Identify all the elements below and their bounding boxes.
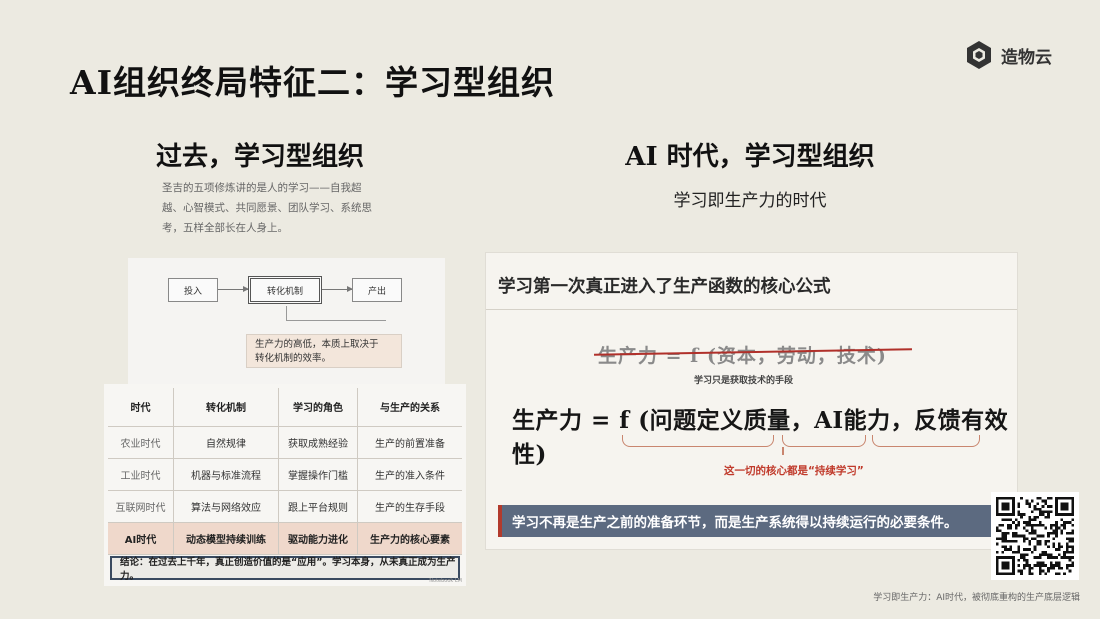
table-cell: 生产的前置准备 — [357, 426, 462, 459]
table-cell: 生产的准入条件 — [357, 458, 462, 491]
formula-card-title: 学习第一次真正进入了生产函数的核心公式 — [498, 277, 831, 297]
table-cell: 互联网时代 — [108, 490, 174, 523]
table-row: 工业时代 机器与标准流程 掌握操作门槛 生产的准入条件 — [108, 458, 462, 491]
table-watermark: Notebook LM — [429, 578, 462, 584]
table-row: 互联网时代 算法与网络效应 跟上平台规则 生产的生存手段 — [108, 490, 462, 523]
table-row: 农业时代 自然规律 获取成熟经验 生产的前置准备 — [108, 426, 462, 459]
table-cell: 生产的生存手段 — [357, 490, 462, 523]
flow-arrow-1 — [218, 286, 249, 292]
flow-mechanism-box: 转化机制 — [248, 276, 322, 304]
qr-code[interactable] — [991, 492, 1079, 580]
brace-stem — [782, 447, 784, 455]
left-description: 圣吉的五项修炼讲的是人的学习——自我超越、心智模式、共同愿景、团队学习、系统思考… — [162, 182, 372, 234]
table-cell: 生产力的核心要素 — [357, 522, 462, 555]
table-header: 与生产的关系 — [357, 388, 462, 427]
flow-input-box: 投入 — [168, 278, 218, 302]
table-cell: 动态模型持续训练 — [173, 522, 280, 555]
conclusion-banner: 学习不再是生产之前的准备环节，而是生产系统得以持续运行的必要条件。 — [498, 505, 992, 537]
old-formula-note: 学习只是获取技术的手段 — [694, 376, 794, 386]
table-cell: 算法与网络效应 — [173, 490, 280, 523]
table-cell: 工业时代 — [108, 458, 174, 491]
flow-connector-h — [286, 320, 386, 321]
table-cell: 机器与标准流程 — [173, 458, 280, 491]
flow-connector — [286, 306, 287, 320]
table-cell: AI时代 — [108, 522, 174, 555]
table-cell: 驱动能力进化 — [278, 522, 359, 555]
qr-code-icon — [996, 497, 1074, 575]
right-heading: AI 时代，学习型组织 — [625, 142, 875, 172]
divider — [486, 309, 1017, 310]
flow-output-box: 产出 — [352, 278, 402, 302]
flow-note-line1: 生产力的高低，本质上取决于 — [255, 339, 379, 350]
table-header-row: 时代 转化机制 学习的角色 与生产的关系 — [108, 388, 462, 427]
brace-2 — [782, 435, 866, 447]
brace-1 — [622, 435, 774, 447]
brand-name: 造物云 — [1001, 47, 1052, 68]
era-table: 时代 转化机制 学习的角色 与生产的关系 农业时代 自然规律 获取成熟经验 生产… — [108, 388, 462, 555]
footer-caption: 学习即生产力：AI时代，被彻底重构的生产底层逻辑 — [873, 593, 1080, 603]
slide-title: AI组织终局特征二：学习型组织 — [70, 63, 556, 102]
brace-3 — [872, 435, 980, 447]
right-subheading: 学习即生产力的时代 — [673, 191, 827, 211]
table-cell: 获取成熟经验 — [278, 426, 359, 459]
table-header: 时代 — [108, 388, 174, 427]
left-heading: 过去，学习型组织 — [155, 142, 364, 172]
table-cell: 农业时代 — [108, 426, 174, 459]
era-table-card: 时代 转化机制 学习的角色 与生产的关系 农业时代 自然规律 获取成熟经验 生产… — [104, 384, 466, 586]
hexagon-logo-icon — [967, 41, 991, 69]
flow-arrow-2 — [322, 286, 353, 292]
table-row-highlight: AI时代 动态模型持续训练 驱动能力进化 生产力的核心要素 — [108, 522, 462, 555]
flow-diagram: 投入 转化机制 产出 生产力的高低，本质上取决于 转化机制的效率。 — [128, 258, 445, 384]
brand-logo: 造物云 — [964, 40, 1052, 70]
flow-note: 生产力的高低，本质上取决于 转化机制的效率。 — [246, 334, 402, 368]
table-cell: 跟上平台规则 — [278, 490, 359, 523]
table-cell: 掌握操作门槛 — [278, 458, 359, 491]
table-header: 转化机制 — [173, 388, 280, 427]
table-conclusion: 结论：在过去上千年，真正创造价值的是“应用”。学习本身，从未真正成为生产力。 — [110, 556, 460, 582]
table-header: 学习的角色 — [278, 388, 359, 427]
table-cell: 自然规律 — [173, 426, 280, 459]
formula-card: 学习第一次真正进入了生产函数的核心公式 生产力 = f (资本，劳动，技术) 学… — [485, 252, 1018, 550]
flow-note-line2: 转化机制的效率。 — [255, 353, 332, 364]
core-note: 这一切的核心都是“持续学习” — [724, 465, 864, 477]
